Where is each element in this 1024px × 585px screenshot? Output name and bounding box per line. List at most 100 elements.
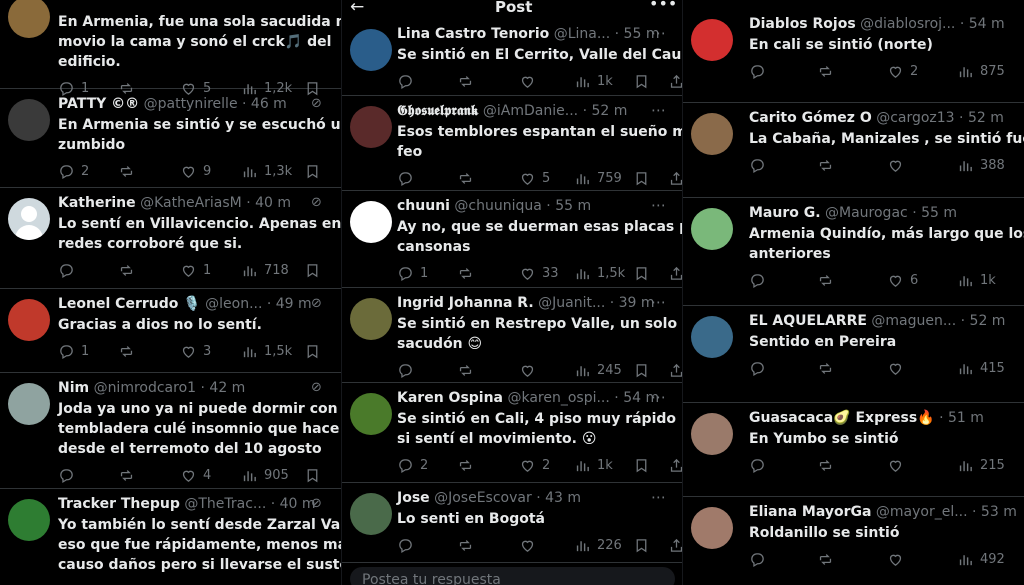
author-handle[interactable]: @Lina... (554, 26, 611, 42)
views-button[interactable]: 245 (574, 362, 622, 379)
repost-button[interactable] (118, 467, 141, 484)
reply-button[interactable] (58, 262, 81, 279)
reply-button[interactable]: 1 (397, 265, 428, 282)
repost-button[interactable] (457, 170, 480, 187)
post[interactable]: En Armenia, fue una sola sacudida me movi… (0, 0, 341, 97)
more-icon[interactable]: ••• (649, 0, 677, 13)
author-handle[interactable]: @leon... (205, 296, 262, 312)
like-button[interactable]: 33 (519, 265, 559, 282)
like-button[interactable] (887, 457, 910, 474)
repost-button[interactable] (118, 163, 141, 180)
post-time[interactable]: · 40 m (246, 195, 291, 211)
author-name[interactable]: chuuni (397, 198, 450, 214)
like-button[interactable]: 2 (519, 457, 550, 474)
arrow-left-icon[interactable]: ← (350, 0, 364, 17)
views-button[interactable]: 1,3k (241, 163, 292, 180)
author-handle[interactable]: @mayor_el... (876, 504, 968, 520)
author-handle[interactable]: @TheTrac... (184, 496, 266, 512)
like-button[interactable] (519, 362, 542, 379)
avatar[interactable] (350, 298, 392, 340)
author-handle[interactable]: @nimrodcaro1 (94, 380, 197, 396)
post-time[interactable]: · 54 m (960, 16, 1005, 32)
author-name[interactable]: Tracker Thepup (58, 496, 180, 512)
like-button[interactable]: 9 (180, 163, 211, 180)
post-time[interactable]: · 39 m (610, 295, 655, 311)
author-handle[interactable]: @KatheAriasM (140, 195, 242, 211)
author-name[interactable]: PATTY ©® (58, 96, 139, 112)
avatar[interactable] (8, 499, 50, 541)
repost-button[interactable] (817, 457, 840, 474)
repost-button[interactable] (817, 360, 840, 377)
post[interactable]: Katherine @KatheAriasM · 40 m ⊘ Lo sentí e… (0, 187, 341, 289)
author-name[interactable]: Carito Gómez O (749, 110, 872, 126)
more-icon[interactable]: ⋯ (651, 488, 667, 506)
views-button[interactable]: 1,5k (574, 265, 625, 282)
author-handle[interactable]: @JoseEscovar (434, 490, 532, 506)
author-name[interactable]: Karen Ospina (397, 390, 503, 406)
avatar[interactable] (8, 0, 50, 38)
views-button[interactable]: 875 (957, 63, 1005, 80)
author-handle[interactable]: @iAmDanie... (483, 103, 578, 119)
repost-button[interactable] (457, 73, 480, 90)
post[interactable]: Nim @nimrodcaro1 · 42 m ⊘ Joda ya uno ya n… (0, 372, 341, 489)
post-time[interactable]: · 40 m (271, 496, 316, 512)
post[interactable]: Tracker Thepup @TheTrac... · 40 m ⊘ Yo tam… (0, 488, 341, 585)
author-name[interactable]: Guasacaca🥑 Express🔥 (749, 410, 935, 426)
views-button[interactable]: 492 (957, 551, 1005, 568)
repost-button[interactable] (118, 343, 141, 360)
reply-button[interactable] (397, 362, 420, 379)
avatar[interactable] (691, 19, 733, 61)
author-name[interactable]: Eliana MayorGa (749, 504, 871, 520)
avatar[interactable] (350, 493, 392, 535)
author-handle[interactable]: @maguen... (871, 313, 956, 329)
post-time[interactable]: · 51 m (939, 410, 984, 426)
author-name[interactable]: Diablos Rojos (749, 16, 856, 32)
avatar[interactable] (691, 507, 733, 549)
post-time[interactable]: · 55 m (546, 198, 591, 214)
post-time[interactable]: · 49 m (267, 296, 312, 312)
like-button[interactable]: 3 (180, 343, 211, 360)
post[interactable]: Ingrid Johanna R. @Juanit... · 39 m ⋯ Se s… (342, 287, 683, 383)
post[interactable]: Leonel Cerrudo 🎙️ @leon... · 49 m ⊘ Gracia… (0, 288, 341, 373)
bookmark-button[interactable] (633, 265, 650, 282)
post[interactable]: Guasacaca🥑 Express🔥 · 51 m En Yumbo se si… (683, 402, 1024, 497)
like-button[interactable]: 2 (887, 63, 918, 80)
like-button[interactable] (519, 73, 542, 90)
bookmark-button[interactable] (633, 73, 650, 90)
post-time[interactable]: · 52 m (961, 313, 1006, 329)
bookmark-button[interactable] (304, 163, 321, 180)
views-button[interactable]: 1k (957, 272, 996, 289)
share-button[interactable] (668, 265, 683, 282)
post[interactable]: Karen Ospina @karen_ospi... · 54 m ⋯ Se si… (342, 382, 683, 483)
author-handle[interactable]: @diablosroj... (860, 16, 955, 32)
author-name[interactable]: Mauro G. (749, 205, 821, 221)
author-name[interactable]: EL AQUELARRE (749, 313, 867, 329)
views-button[interactable]: 1k (574, 457, 613, 474)
author-name[interactable]: Jose (397, 490, 430, 506)
repost-button[interactable] (457, 457, 480, 474)
author-name[interactable]: Nim (58, 380, 89, 396)
like-button[interactable]: 6 (887, 272, 918, 289)
author-handle[interactable]: @cargoz13 (876, 110, 954, 126)
repost-button[interactable] (817, 272, 840, 289)
author-handle[interactable]: @karen_ospi... (507, 390, 609, 406)
repost-button[interactable] (457, 362, 480, 379)
post-time[interactable]: · 52 m (959, 110, 1004, 126)
post[interactable]: 𝕲𝖍𝖔𝖘𝖚𝖊𝖑𝖕𝖗𝖆𝖓𝖐 @iAmDanie... · 52 m ⋯ Esos te… (342, 95, 683, 191)
share-button[interactable] (668, 537, 683, 554)
reply-button[interactable] (749, 157, 772, 174)
post-time[interactable]: · 53 m (972, 504, 1017, 520)
repost-button[interactable] (817, 63, 840, 80)
author-handle[interactable]: @Maurogac (825, 205, 908, 221)
bookmark-button[interactable] (304, 467, 321, 484)
avatar[interactable] (350, 106, 392, 148)
bookmark-button[interactable] (304, 343, 321, 360)
author-handle[interactable]: @chuuniqua (454, 198, 541, 214)
like-button[interactable] (519, 537, 542, 554)
author-name[interactable]: Katherine (58, 195, 136, 211)
author-handle[interactable]: @Juanit... (538, 295, 605, 311)
views-button[interactable]: 226 (574, 537, 622, 554)
repost-button[interactable] (457, 537, 480, 554)
author-name[interactable]: Lina Castro Tenorio (397, 26, 549, 42)
reply-button[interactable] (749, 63, 772, 80)
